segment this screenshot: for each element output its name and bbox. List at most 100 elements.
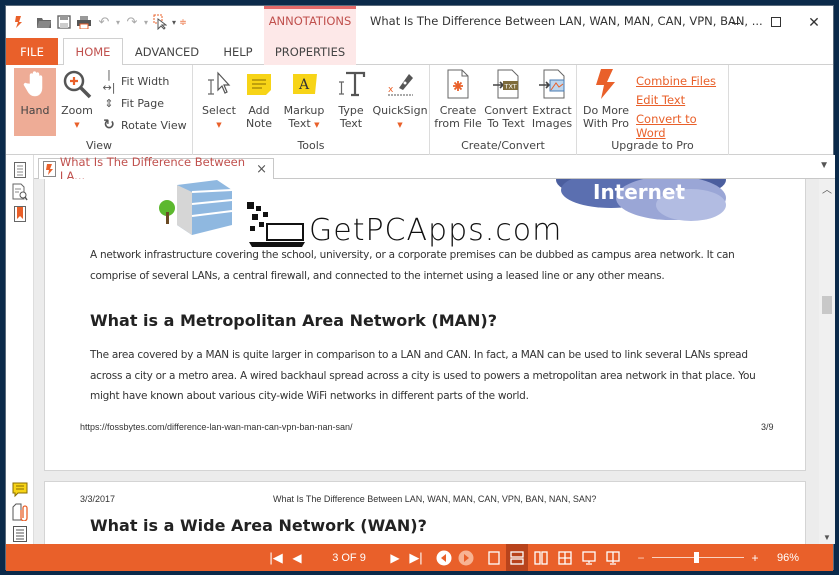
tab-advanced[interactable]: ADVANCED (131, 38, 203, 65)
redo-dropdown-icon[interactable]: ▾ (142, 13, 150, 31)
add-note-label-2: Note (245, 117, 273, 130)
open-folder-icon[interactable] (34, 13, 54, 31)
zoom-magnifier-icon (61, 68, 93, 100)
zoom-slider-thumb[interactable] (694, 552, 700, 563)
create-from-file-button[interactable]: Create from File (434, 68, 482, 130)
continuous-view-button[interactable] (506, 544, 528, 571)
extract-images-icon (536, 68, 568, 100)
type-label-1: Type (338, 104, 364, 117)
add-note-label-1: Add (248, 104, 270, 117)
fit-width-label: Fit Width (121, 74, 170, 88)
zoom-level[interactable]: 96% (771, 544, 805, 571)
upgrade-group-label: Upgrade to Pro (611, 139, 694, 152)
ribbon-tabs: FILE HOME ADVANCED HELP PROPERTIES (6, 38, 833, 66)
back-view-button[interactable] (434, 544, 454, 571)
comments-panel-button[interactable] (11, 481, 29, 499)
document-viewer[interactable]: GetPCApps.com Internet A network infrast… (34, 179, 819, 544)
structure-panel-button[interactable] (11, 525, 29, 543)
quicksign-button[interactable]: x QuickSign ▼ (372, 68, 428, 132)
convert-to-word-link[interactable]: Convert to Word (636, 112, 728, 140)
previous-page-button[interactable]: ◀ (288, 544, 306, 571)
create-label-2: from File (434, 117, 482, 130)
tab-help[interactable]: HELP (216, 38, 260, 65)
first-page-button[interactable]: |◀ (266, 544, 286, 571)
continuous-facing-view-button[interactable] (554, 544, 576, 571)
fit-width-icon: |↔| (102, 68, 116, 94)
extract-images-button[interactable]: Extract Images (530, 68, 574, 130)
hand-label: Hand (20, 104, 50, 117)
convert-to-text-button[interactable]: TXT Convert To Text (484, 68, 528, 130)
select-button[interactable]: Select ▼ (199, 68, 239, 132)
page-list-icon (14, 162, 26, 178)
scrollbar-thumb[interactable] (822, 296, 832, 314)
fit-page-button[interactable]: ⇕ Fit Page (101, 94, 164, 112)
attachments-panel-button[interactable] (11, 503, 29, 521)
getpcapps-logo: GetPCApps.com (245, 200, 562, 248)
customize-toolbar-icon[interactable]: ≑ (178, 13, 188, 31)
select-tool-icon[interactable] (150, 13, 170, 31)
monitor-icon (582, 550, 596, 565)
hand-button[interactable]: Hand (14, 68, 56, 136)
vertical-scrollbar[interactable]: ︿ ▼ (819, 179, 835, 544)
bookmarks-panel-button[interactable] (11, 205, 29, 223)
zoom-in-button[interactable]: + (748, 544, 762, 571)
forward-view-button[interactable] (456, 544, 476, 571)
dual-monitor-view-button[interactable] (602, 544, 624, 571)
scroll-down-icon[interactable]: ▼ (823, 533, 831, 542)
zoom-slider[interactable] (652, 552, 744, 563)
redo-icon[interactable]: ↷ (122, 13, 142, 31)
svg-text:TXT: TXT (504, 83, 517, 91)
paperclip-icon (12, 503, 28, 521)
rotate-view-button[interactable]: ↻ Rotate View (101, 116, 187, 134)
grid-pages-icon (558, 550, 572, 565)
tools-group-label: Tools (297, 139, 325, 152)
last-page-icon: ▶| (409, 549, 423, 565)
app-logo-icon[interactable] (8, 13, 28, 31)
search-panel-button[interactable] (11, 183, 29, 201)
status-bar: |◀ ◀ 3 OF 9 ▶ ▶| − + 96% (6, 544, 833, 571)
combine-files-link[interactable]: Combine Files (636, 74, 716, 88)
next-page-button[interactable]: ▶ (386, 544, 404, 571)
markup-text-button[interactable]: A Markup Text ▼ (281, 68, 327, 132)
back-circle-icon (436, 550, 452, 565)
single-page-view-button[interactable] (484, 544, 504, 571)
pdf-page-3: GetPCApps.com Internet A network infrast… (44, 179, 806, 471)
edit-text-link[interactable]: Edit Text (636, 93, 685, 107)
presentation-view-button[interactable] (578, 544, 600, 571)
close-tab-icon[interactable]: × (256, 162, 267, 177)
select-dropdown-icon[interactable]: ▾ (170, 13, 178, 31)
tab-list-dropdown-icon[interactable]: ▼ (819, 160, 829, 171)
do-more-with-pro-button[interactable]: Do More With Pro (581, 68, 631, 130)
pages-panel-button[interactable] (11, 161, 29, 179)
zoom-button[interactable]: Zoom ▼ (59, 68, 95, 132)
undo-icon[interactable]: ↶ (94, 13, 114, 31)
maximize-button[interactable] (758, 10, 794, 34)
heading-wan: What is a Wide Area Network (WAN)? (90, 516, 427, 535)
add-note-button[interactable]: Add Note (243, 68, 275, 130)
markup-label-2: Text ▼ (288, 117, 319, 132)
document-tab[interactable]: What Is The Difference Between LA... × (38, 155, 274, 183)
fit-page-label: Fit Page (121, 96, 165, 110)
logo-text: GetPCApps.com (309, 213, 563, 248)
facing-view-button[interactable] (530, 544, 552, 571)
maximize-icon (771, 17, 781, 27)
print-icon[interactable] (74, 13, 94, 31)
tab-home[interactable]: HOME (63, 38, 123, 66)
tab-properties[interactable]: PROPERTIES (264, 38, 356, 65)
zoom-out-button[interactable]: − (634, 544, 648, 571)
single-page-icon (488, 550, 500, 565)
type-text-button[interactable]: Type Text (333, 68, 369, 130)
undo-dropdown-icon[interactable]: ▾ (114, 13, 122, 31)
markup-text-icon: A (288, 68, 320, 100)
scroll-up-icon[interactable]: ︿ (822, 181, 832, 196)
close-button[interactable]: ✕ (796, 10, 832, 34)
last-page-button[interactable]: ▶| (406, 544, 426, 571)
page-indicator[interactable]: 3 OF 9 (324, 544, 374, 571)
save-icon[interactable] (54, 13, 74, 31)
context-tab-group-label: ANNOTATIONS (268, 14, 352, 28)
minimize-button[interactable]: – (718, 10, 754, 34)
ribbon: Hand Zoom ▼ |↔| Fit Width ⇕ Fit Page ↻ Rota… (6, 65, 833, 155)
tab-file[interactable]: FILE (6, 38, 58, 65)
extract-label-1: Extract (532, 104, 572, 117)
fit-width-button[interactable]: |↔| Fit Width (101, 68, 170, 94)
